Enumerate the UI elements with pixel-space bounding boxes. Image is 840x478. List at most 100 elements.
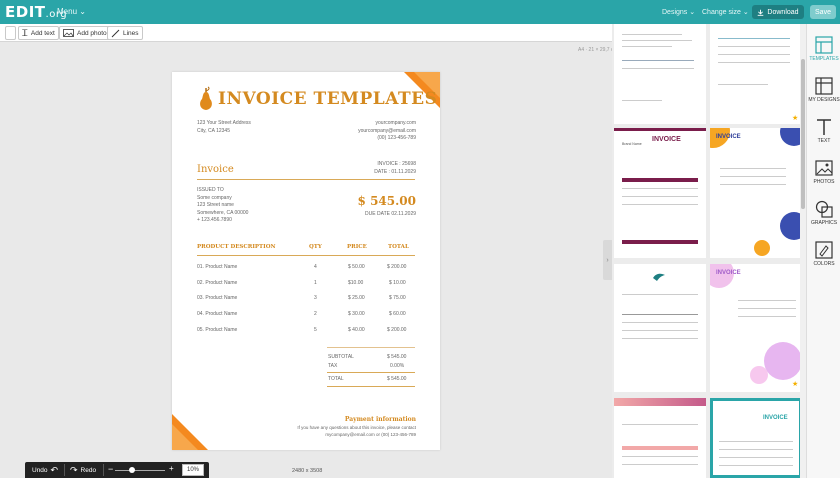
chevron-down-icon: ⌄ [79, 7, 86, 16]
text-line [738, 300, 796, 302]
zoom-slider-handle[interactable] [129, 467, 135, 473]
templates-icon [815, 36, 833, 54]
color-band [622, 446, 698, 450]
template-thumbnail[interactable]: ★ [710, 24, 802, 124]
zoom-in-button[interactable]: + [169, 464, 174, 473]
template-thumbnail[interactable]: INVOICE Brand Name [614, 128, 706, 258]
text-line [622, 68, 694, 70]
sidebar-item-templates[interactable]: TEMPLATES [807, 36, 840, 62]
zoom-slider[interactable] [115, 470, 165, 471]
table-row[interactable]: 03. Product Name 3 $ 25.00 $ 75.00 [197, 295, 415, 303]
table-row[interactable]: 04. Product Name 2 $ 30.00 $ 60.00 [197, 311, 415, 319]
photo-icon [63, 29, 74, 37]
invoice-meta[interactable]: INVOICE : 25698 DATE : 01.11.2029 [374, 161, 416, 176]
color-band [614, 128, 706, 131]
undo-button[interactable]: Undo ↶ [32, 465, 58, 476]
table-row[interactable]: 05. Product Name 5 $ 40.00 $ 200.00 [197, 327, 415, 335]
select-checkbox[interactable] [5, 26, 16, 40]
column-header-description[interactable]: PRODUCT DESCRIPTION [197, 244, 276, 250]
circle-decoration [754, 240, 770, 256]
photos-icon [815, 160, 833, 176]
zoom-out-button[interactable]: − [108, 464, 113, 474]
text-line [719, 457, 793, 459]
text-line [720, 168, 786, 170]
chevron-down-icon: ⌄ [742, 9, 749, 16]
table-row[interactable]: 02. Product Name 1 $10.00 $ 10.00 [197, 280, 415, 288]
undo-icon: ↶ [50, 465, 59, 475]
template-thumbnail[interactable] [614, 398, 706, 478]
my-designs-icon [815, 77, 833, 95]
sidebar-item-text[interactable]: TEXT [807, 118, 840, 144]
table-row[interactable]: 01. Product Name 4 $ 50.00 $ 200.00 [197, 264, 415, 272]
payment-heading[interactable]: Payment information [345, 416, 416, 423]
text-line [622, 196, 698, 198]
text-line [622, 424, 698, 426]
lines-button[interactable]: Lines [107, 26, 143, 40]
text-line [622, 40, 692, 42]
text-line [718, 54, 790, 56]
invoice-heading[interactable]: Invoice [197, 164, 234, 175]
download-button[interactable]: Download [752, 5, 804, 19]
template-thumbnail[interactable] [614, 264, 706, 392]
template-gallery: ★ INVOICE Brand Name INVOICE INVOICE ★ I… [612, 24, 808, 478]
text-line [622, 456, 698, 458]
text-line [622, 294, 698, 296]
template-thumbnail[interactable]: INVOICE [710, 128, 802, 258]
text-line [719, 449, 793, 451]
template-thumbnail[interactable]: INVOICE ★ [710, 264, 802, 392]
change-size-menu[interactable]: Change size ⌄ [702, 8, 749, 16]
text-line [622, 314, 698, 316]
text-line [622, 464, 698, 466]
save-button[interactable]: Save [810, 5, 836, 19]
total-row[interactable]: TOTAL $ 545.00 [197, 376, 415, 384]
column-header-qty[interactable]: QTY [309, 244, 322, 250]
bird-logo-icon [653, 273, 665, 281]
document-title[interactable]: INVOICE TEMPLATES [218, 89, 437, 109]
column-header-price[interactable]: PRICE [347, 244, 367, 250]
divider [327, 347, 415, 348]
color-band [622, 178, 698, 182]
text-line [622, 100, 662, 102]
thumbnail-title: INVOICE [652, 136, 681, 143]
text-cursor-icon: Ꮖ [22, 27, 28, 38]
issued-to-block[interactable]: ISSUED TO Some company 123 Street name S… [197, 187, 248, 225]
collapse-panel-button[interactable]: › [603, 240, 612, 280]
canvas-dimensions: 2480 x 3508 [292, 468, 323, 474]
text-line [622, 34, 682, 36]
invoice-page[interactable]: INVOICE TEMPLATES 123 Your Street Addres… [172, 72, 440, 450]
redo-icon: ↷ [70, 465, 78, 475]
subtotal-row[interactable]: SUBTOTAL $ 545.00 [197, 354, 415, 362]
thumbnail-title: INVOICE [763, 415, 788, 421]
sidebar-item-my-designs[interactable]: MY DESIGNS [807, 77, 840, 103]
sidebar-item-photos[interactable]: PHOTOS [807, 159, 840, 185]
amount-due[interactable]: $ 545.00 [358, 194, 416, 208]
thumbnail-title: INVOICE [716, 134, 741, 140]
circle-decoration [764, 342, 802, 380]
text-line [622, 322, 698, 324]
due-date[interactable]: DUE DATE 02.11.2029 [365, 211, 416, 219]
template-thumbnail[interactable]: INVOICE [710, 398, 802, 478]
text-line [622, 204, 698, 206]
top-bar: EDIT.org Menu ⌄ Designs ⌄ Change size ⌄ … [0, 0, 840, 24]
pear-logo-icon [200, 86, 212, 110]
redo-button[interactable]: ↷ Redo [70, 465, 96, 476]
payment-info[interactable]: If you have any questions about this inv… [297, 424, 416, 438]
corner-decoration [172, 424, 198, 450]
menu-button[interactable]: Menu ⌄ [57, 7, 86, 16]
designs-menu[interactable]: Designs ⌄ [662, 8, 695, 16]
template-thumbnail[interactable] [614, 24, 706, 124]
text-line [622, 330, 698, 332]
company-contact[interactable]: yourcompany.com yourcompany@email.com (0… [358, 120, 416, 143]
zoom-level[interactable]: 10% [182, 464, 204, 476]
text-line [719, 465, 793, 467]
company-address[interactable]: 123 Your Street Address City, CA 12345 [197, 120, 251, 135]
tax-row[interactable]: TAX 0.00% [197, 363, 415, 371]
add-photo-button[interactable]: Add photo [59, 26, 111, 40]
sidebar-item-colors[interactable]: COLORS [807, 241, 840, 267]
thumbnail-title: INVOICE [716, 270, 741, 276]
scrollbar-thumb[interactable] [801, 59, 805, 209]
sidebar-item-graphics[interactable]: GRAPHICS [807, 200, 840, 226]
add-text-button[interactable]: Ꮖ Add text [18, 26, 59, 40]
text-line [718, 46, 790, 48]
column-header-total[interactable]: TOTAL [388, 244, 409, 250]
